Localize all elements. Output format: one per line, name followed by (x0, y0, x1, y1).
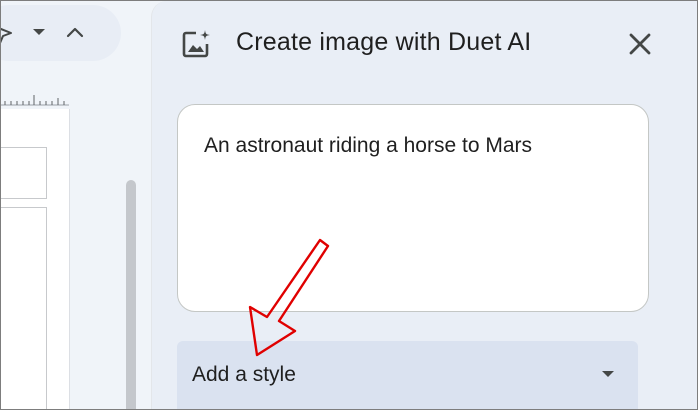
editor-area (1, 1, 151, 409)
caret-down-icon (602, 371, 614, 377)
toolbar (1, 5, 121, 61)
chevron-up-icon[interactable] (63, 21, 87, 43)
scrollbar[interactable] (122, 176, 140, 409)
prompt-input[interactable]: An astronaut riding a horse to Mars (177, 104, 649, 312)
style-select-value: Add a style (192, 363, 296, 386)
slide-placeholder-box[interactable] (1, 207, 47, 409)
slide-placeholder-box[interactable] (1, 147, 47, 199)
ruler (1, 89, 69, 107)
screenshot-frame: Create image with Duet AI An astronaut r… (0, 0, 698, 410)
image-sparkle-icon (180, 28, 212, 60)
scrollbar-thumb[interactable] (126, 180, 136, 409)
close-icon (629, 33, 651, 55)
prompt-text: An astronaut riding a horse to Mars (204, 134, 533, 157)
duet-ai-side-panel: Create image with Duet AI An astronaut r… (151, 1, 697, 409)
panel-header: Create image with Duet AI (152, 1, 697, 87)
chevron-down-icon[interactable] (31, 25, 47, 39)
pointer-select-icon[interactable] (1, 21, 17, 45)
panel-title: Create image with Duet AI (236, 28, 532, 56)
style-select-dropdown[interactable]: Add a style (177, 341, 638, 409)
close-button[interactable] (622, 26, 658, 62)
